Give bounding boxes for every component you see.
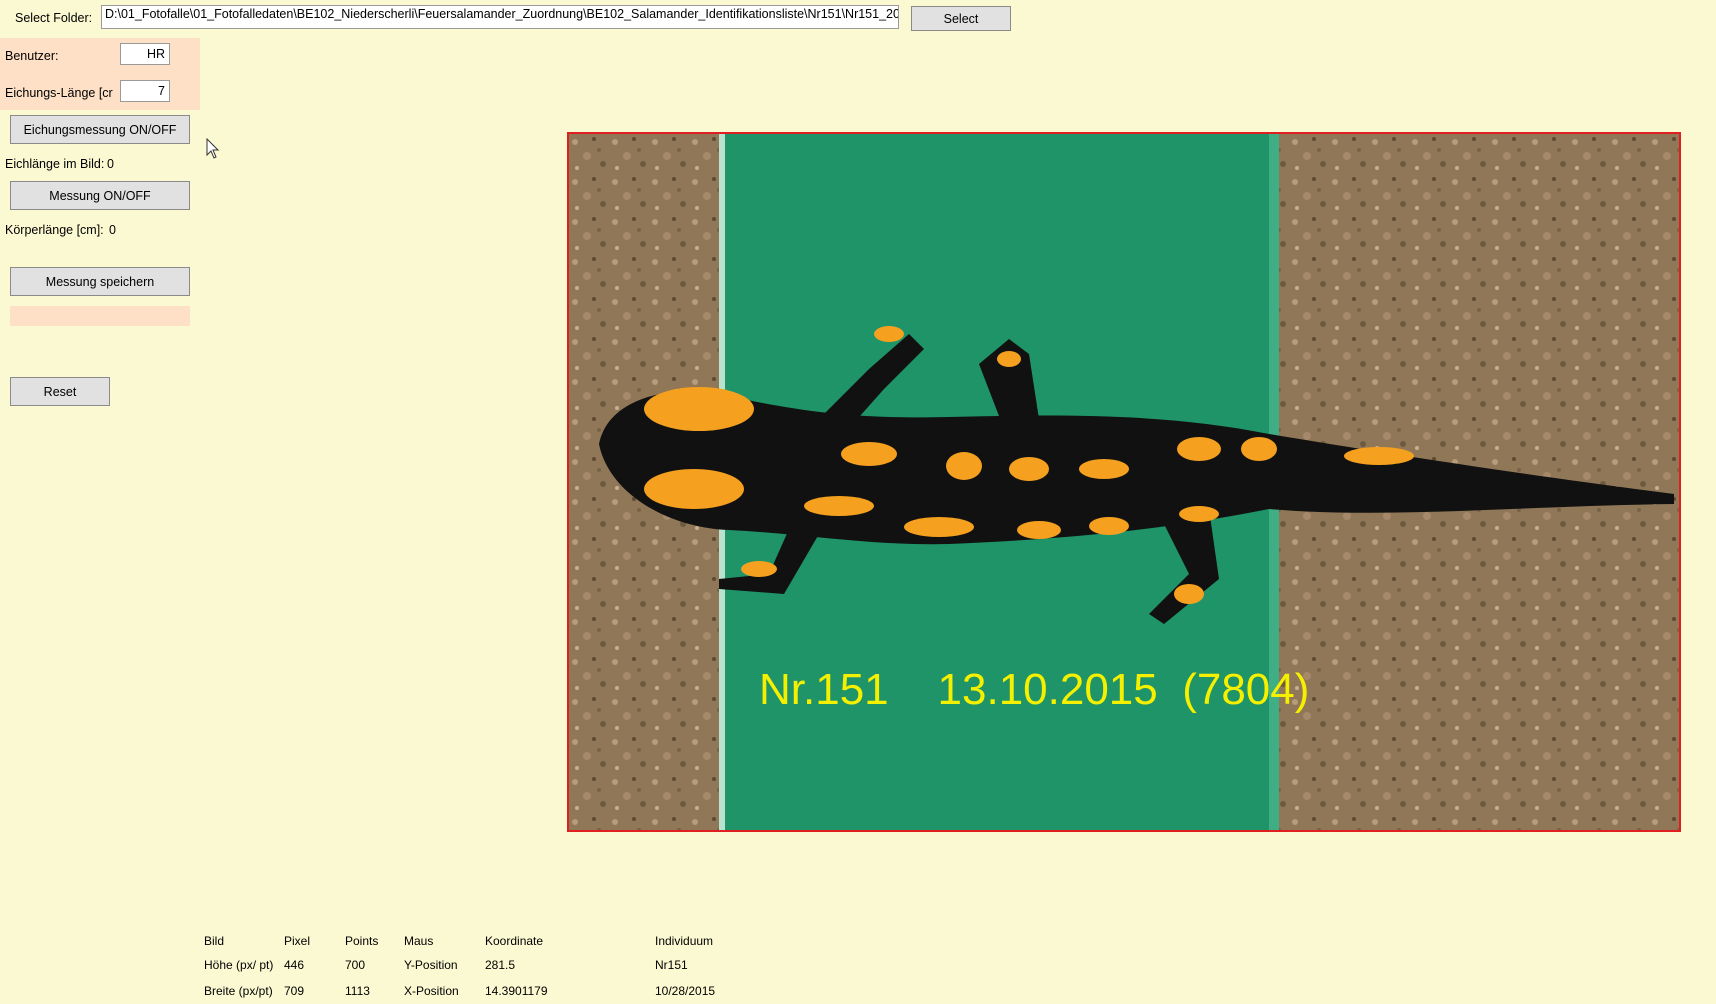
header-pixel: Pixel [284,934,311,948]
row-height-points: 700 [345,958,366,972]
calibration-length-input[interactable] [120,80,170,102]
select-folder-button[interactable]: Select [911,6,1011,31]
calibration-in-image-label: Eichlänge im Bild: [5,157,105,171]
row-height-koordinate: 281.5 [485,958,516,972]
salamander-photo[interactable]: Nr.151 13.10.2015 (7804) [567,132,1681,832]
row-width-pixel: 709 [284,984,305,998]
reset-button[interactable]: Reset [10,377,110,406]
photo-overlay-text: Nr.151 13.10.2015 (7804) [759,665,1309,714]
calibration-toggle-button[interactable]: Eichungsmessung ON/OFF [10,115,190,144]
header-koordinate: Koordinate [485,934,544,948]
header-individuum: Individuum [655,934,714,948]
row-height-individuum: Nr151 [655,958,688,972]
status-bar [10,306,190,326]
folder-path-input[interactable]: D:\01_Fotofalle\01_Fotofalledaten\BE102_… [101,5,899,29]
row-height-maus: Y-Position [404,958,458,972]
save-measurement-button[interactable]: Messung speichern [10,267,190,296]
salamander-image: Nr.151 13.10.2015 (7804) [569,134,1679,830]
row-width-maus: X-Position [404,984,459,998]
body-length-value: 0 [109,223,116,237]
header-bild: Bild [204,934,225,948]
calibration-in-image-value: 0 [107,157,114,171]
row-width-koordinate: 14.3901179 [485,984,548,998]
row-width-individuum: 10/28/2015 [655,984,716,998]
row-height-label: Höhe (px/ pt) [204,958,274,972]
user-input[interactable] [120,43,170,65]
header-points: Points [345,934,379,948]
calibration-length-label: Eichungs-Länge [cr [5,86,113,100]
user-label: Benutzer: [5,49,59,63]
row-width-points: 1113 [345,984,370,998]
body-length-label: Körperlänge [cm]: [5,223,104,237]
header-maus: Maus [404,934,434,948]
arrow-cursor-icon [206,138,220,159]
row-width-label: Breite (px/pt) [204,984,273,998]
select-folder-label: Select Folder: [15,11,93,25]
row-height-pixel: 446 [284,958,305,972]
measure-toggle-button[interactable]: Messung ON/OFF [10,181,190,210]
